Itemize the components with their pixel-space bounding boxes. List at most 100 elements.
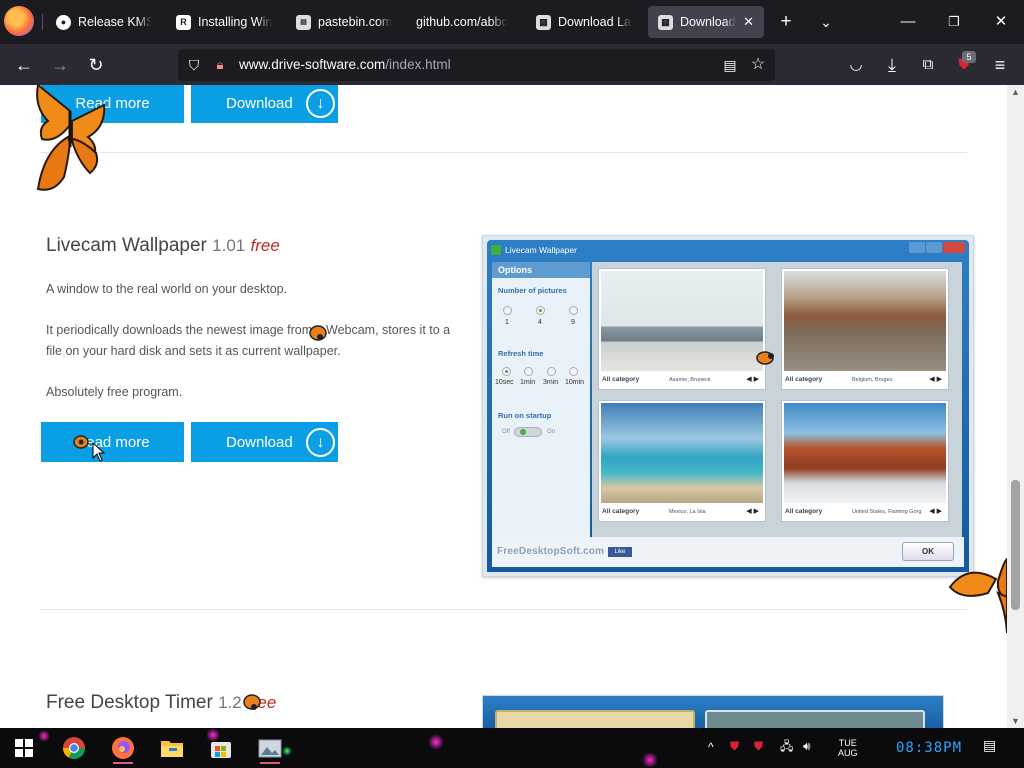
extensions-icon[interactable]: ⧉ bbox=[914, 51, 942, 79]
reader-view-icon[interactable]: ▤ bbox=[716, 51, 744, 79]
picture-location: Belgium, Bruges bbox=[852, 377, 893, 383]
bookmark-star-icon[interactable]: ☆ bbox=[744, 51, 772, 79]
page-icon: ▦ bbox=[536, 14, 551, 30]
nav-toolbar: ← → ↻ ⛉ 🔒︎ www.drive-software.com/index.… bbox=[0, 44, 1024, 85]
date-display[interactable]: TUE AUG bbox=[838, 738, 858, 758]
firefox-taskbar-icon[interactable] bbox=[103, 732, 143, 764]
shield-icon[interactable]: ⛉ bbox=[180, 51, 208, 79]
product-screenshot[interactable]: Livecam Wallpaper Options Number of pict… bbox=[482, 235, 974, 577]
facebook-like-button: Like bbox=[608, 547, 632, 557]
radio-label: 1 bbox=[505, 319, 509, 326]
read-more-button[interactable]: Read more bbox=[41, 422, 184, 462]
radio-4 bbox=[536, 306, 545, 315]
screenshot-options-panel: Options Number of pictures 1 4 9 Refresh… bbox=[492, 262, 590, 537]
product-screenshot-timer[interactable] bbox=[482, 695, 944, 728]
tab-download-lad[interactable]: ▦ Download Lad bbox=[526, 6, 642, 38]
screenshot-window-buttons bbox=[909, 242, 965, 254]
picture-category: All category bbox=[602, 508, 640, 515]
list-tabs-button[interactable]: ⌄ bbox=[814, 10, 838, 34]
picture-category: All category bbox=[602, 376, 640, 383]
app-icon bbox=[491, 245, 501, 255]
picture-location: Asamie, Bruneck bbox=[669, 377, 711, 383]
tab-installing-windows[interactable]: R Installing Wind bbox=[166, 6, 282, 38]
picture-category: All category bbox=[785, 508, 823, 515]
radio-10sec bbox=[502, 367, 511, 376]
timer-panel bbox=[495, 710, 695, 728]
product-name: Livecam Wallpaper bbox=[46, 235, 207, 256]
firefox-view-icon[interactable] bbox=[4, 6, 34, 36]
new-tab-button[interactable]: + bbox=[774, 10, 798, 34]
file-explorer-taskbar-icon[interactable] bbox=[152, 732, 192, 764]
app-taskbar-icon[interactable] bbox=[250, 732, 290, 764]
canyon-image bbox=[784, 403, 946, 503]
picture-category: All category bbox=[785, 376, 823, 383]
read-more-label: Read more bbox=[75, 94, 150, 112]
downloads-icon[interactable]: ⤓ bbox=[878, 51, 906, 79]
read-more-button-prev[interactable]: Read more bbox=[41, 85, 184, 123]
back-button[interactable]: ← bbox=[10, 51, 38, 79]
radio-label: 10min bbox=[565, 379, 585, 386]
tab-download-active[interactable]: ▦ Download A ✕ bbox=[648, 6, 764, 38]
product-version: 1.2 bbox=[218, 693, 242, 712]
windows-logo-icon bbox=[15, 739, 33, 757]
read-more-label: Read more bbox=[75, 433, 150, 451]
forward-button[interactable]: → bbox=[46, 51, 74, 79]
download-button-prev[interactable]: Download ↓ bbox=[191, 85, 338, 123]
tab-pastebin[interactable]: ▤ pastebin.com/ bbox=[286, 6, 402, 38]
product-title: Free Desktop Timer 1.2 free bbox=[46, 692, 276, 714]
timer-panel bbox=[705, 710, 925, 728]
ladybug-tray-icon[interactable]: ⛊ bbox=[754, 740, 763, 752]
github-icon: ● bbox=[56, 14, 71, 30]
close-window-button[interactable]: ✕ bbox=[989, 10, 1013, 34]
show-hidden-icons-button[interactable]: ^ bbox=[708, 741, 714, 753]
close-tab-icon[interactable]: ✕ bbox=[743, 14, 754, 30]
radio-3min bbox=[547, 367, 556, 376]
divider bbox=[40, 609, 967, 610]
scroll-thumb[interactable] bbox=[1011, 480, 1020, 610]
screenshot-titlebar: Livecam Wallpaper bbox=[487, 240, 969, 260]
tab-label: pastebin.com/ bbox=[318, 15, 392, 29]
scroll-down-arrow[interactable]: ▼ bbox=[1007, 714, 1024, 728]
app-menu-icon[interactable]: ≡ bbox=[986, 51, 1014, 79]
num-pictures-label: Number of pictures bbox=[498, 286, 567, 295]
start-button[interactable] bbox=[4, 732, 44, 764]
footer-brand: FreeDesktopSoft.com bbox=[497, 546, 605, 557]
page-scrollbar[interactable]: ▲ ▼ bbox=[1007, 85, 1024, 728]
tab-separator bbox=[42, 14, 43, 30]
radio-1 bbox=[503, 306, 512, 315]
tab-strip: ● Release KMSpi R Installing Wind ▤ past… bbox=[0, 0, 1024, 44]
pocket-icon[interactable]: ◡ bbox=[842, 51, 870, 79]
notification-center-icon[interactable]: ▤ bbox=[983, 738, 996, 752]
tab-github-abbo[interactable]: github.com/abbo bbox=[406, 6, 522, 38]
product-name: Free Desktop Timer bbox=[46, 692, 213, 713]
city-skyline-image bbox=[601, 271, 763, 371]
volume-icon[interactable]: 🔊︎ bbox=[803, 740, 811, 752]
radio-label: 1min bbox=[520, 379, 536, 386]
reload-button[interactable]: ↻ bbox=[82, 51, 110, 79]
picture-nav-arrows: ◀ ▶ bbox=[746, 508, 759, 515]
lock-icon[interactable]: 🔒︎ bbox=[206, 51, 234, 79]
webcam-picture: All category Belgium, Bruges ◀ ▶ bbox=[781, 268, 949, 390]
url-bar[interactable]: ⛉ 🔒︎ www.drive-software.com/index.html ▤… bbox=[178, 49, 775, 81]
scroll-up-arrow[interactable]: ▲ bbox=[1007, 85, 1024, 99]
download-arrow-icon: ↓ bbox=[306, 428, 335, 457]
picture-nav-arrows: ◀ ▶ bbox=[929, 508, 942, 515]
minimize-button[interactable]: — bbox=[896, 10, 920, 34]
store-taskbar-icon[interactable] bbox=[201, 732, 241, 764]
chrome-taskbar-icon[interactable] bbox=[54, 732, 94, 764]
tab-release-kms[interactable]: ● Release KMSpi bbox=[46, 6, 162, 38]
url-text: www.drive-software.com/index.html bbox=[239, 57, 451, 72]
tab-label: Release KMSpi bbox=[78, 15, 152, 29]
url-path: /index.html bbox=[385, 57, 451, 72]
clock[interactable]: 08:38PM bbox=[896, 740, 962, 756]
ladybug-tray-icon[interactable]: ⛊ bbox=[730, 740, 739, 752]
download-button[interactable]: Download ↓ bbox=[191, 422, 338, 462]
screenshot-picture-grid: All category Asamie, Bruneck ◀ ▶ All cat… bbox=[592, 262, 962, 537]
free-tag: free bbox=[247, 693, 277, 712]
url-host: www.drive-software.com bbox=[239, 57, 386, 72]
radio-1min bbox=[524, 367, 533, 376]
pastebin-icon: ▤ bbox=[296, 14, 311, 30]
restore-button[interactable]: ❐ bbox=[942, 10, 966, 34]
picture-nav-arrows: ◀ ▶ bbox=[929, 376, 942, 383]
network-icon[interactable]: 🖧︎ bbox=[780, 740, 793, 752]
